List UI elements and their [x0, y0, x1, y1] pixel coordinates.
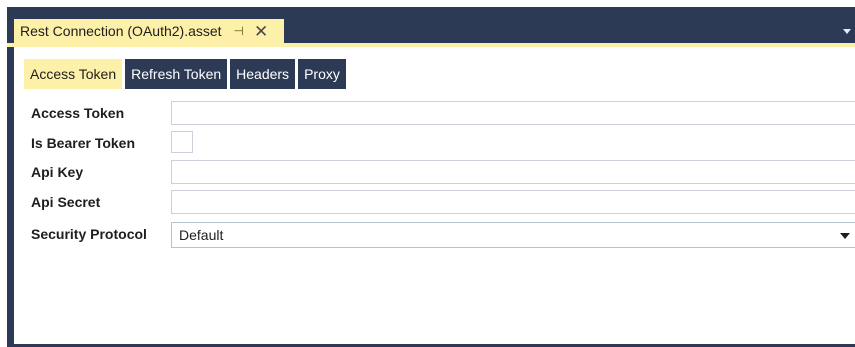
- security-protocol-value: Default: [179, 227, 224, 243]
- is-bearer-token-label: Is Bearer Token: [31, 135, 136, 151]
- chevron-down-icon[interactable]: [840, 233, 850, 239]
- is-bearer-token-checkbox[interactable]: [171, 131, 193, 153]
- editor-content: Access Token Refresh Token Headers Proxy…: [14, 47, 855, 344]
- api-secret-label: Api Secret: [31, 194, 101, 210]
- tab-refresh-token[interactable]: Refresh Token: [125, 59, 228, 89]
- security-protocol-select[interactable]: Default: [171, 222, 855, 248]
- tab-access-token[interactable]: Access Token: [24, 59, 123, 89]
- document-tab[interactable]: Rest Connection (OAuth2).asset ⊣ ✕: [14, 19, 284, 43]
- tab-overflow-dropdown-icon[interactable]: [843, 29, 851, 34]
- pin-icon[interactable]: ⊣: [234, 24, 244, 38]
- api-key-field[interactable]: [171, 160, 855, 184]
- api-key-label: Api Key: [31, 164, 84, 180]
- security-protocol-label: Security Protocol: [31, 226, 147, 242]
- is-bearer-token-row: Is Bearer Token: [31, 131, 853, 157]
- section-tabs: Access Token Refresh Token Headers Proxy: [24, 59, 349, 89]
- tab-proxy[interactable]: Proxy: [298, 59, 346, 89]
- api-secret-field[interactable]: [171, 190, 855, 214]
- document-tab-title: Rest Connection (OAuth2).asset: [20, 23, 222, 39]
- access-token-label: Access Token: [31, 105, 125, 121]
- access-token-field[interactable]: [171, 101, 855, 125]
- document-window: Rest Connection (OAuth2).asset ⊣ ✕ Acces…: [7, 7, 855, 347]
- security-protocol-row: Security Protocol Default: [31, 222, 855, 248]
- access-token-row: Access Token: [31, 101, 855, 127]
- tab-headers[interactable]: Headers: [230, 59, 296, 89]
- document-tab-strip: Rest Connection (OAuth2).asset ⊣ ✕: [7, 7, 855, 43]
- api-secret-row: Api Secret: [31, 190, 855, 216]
- close-icon[interactable]: ✕: [254, 23, 268, 40]
- api-key-row: Api Key: [31, 160, 855, 186]
